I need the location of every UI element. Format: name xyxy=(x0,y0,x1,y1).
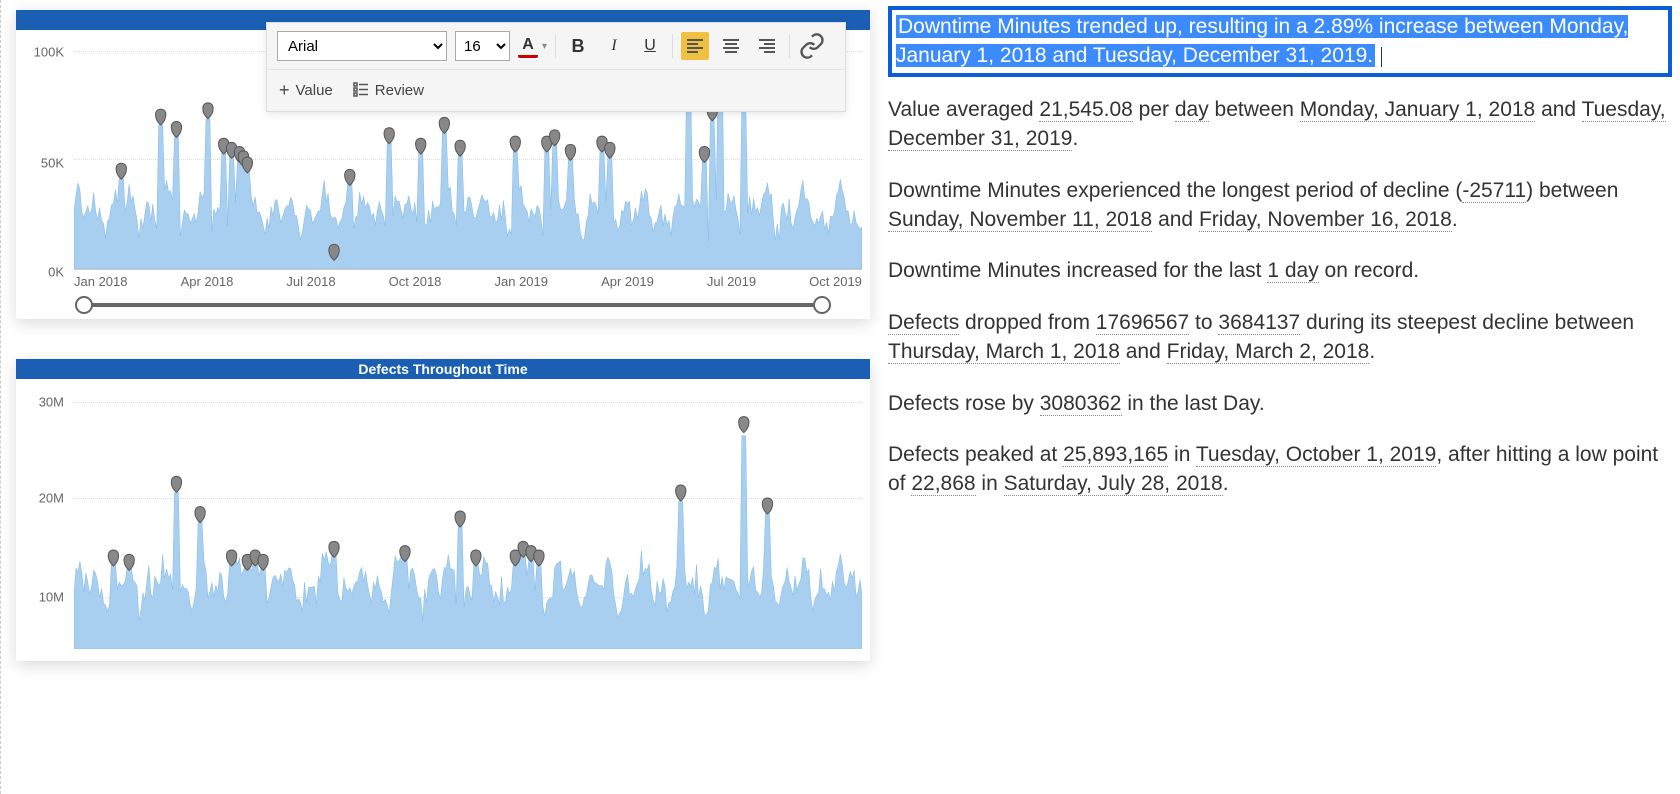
highlighted-insight[interactable]: Downtime Minutes trended up, resulting i… xyxy=(888,6,1672,77)
chevron-down-icon[interactable]: ▾ xyxy=(542,41,547,52)
charts-panel: Arial 16 A ▾ B I U + Value xyxy=(0,0,880,794)
add-value-button[interactable]: + Value xyxy=(279,80,333,101)
italic-button[interactable]: I xyxy=(600,32,628,60)
insights-panel: Downtime Minutes trended up, resulting i… xyxy=(880,0,1680,794)
font-size-select[interactable]: 16 xyxy=(455,31,510,61)
text-format-toolbar: Arial 16 A ▾ B I U + Value xyxy=(266,22,846,112)
slider-handle-start[interactable] xyxy=(75,296,93,314)
chart1-x-axis: Jan 2018Apr 2018 Jul 2018Oct 2018 Jan 20… xyxy=(74,270,862,293)
review-label: Review xyxy=(375,82,424,99)
slider-handle-end[interactable] xyxy=(813,296,831,314)
highlight-text: Downtime Minutes trended up, resulting i… xyxy=(896,15,1628,67)
insight-decline[interactable]: Downtime Minutes experienced the longest… xyxy=(888,176,1672,235)
font-color-button[interactable]: A xyxy=(518,34,538,58)
value-label: Value xyxy=(296,82,333,99)
font-family-select[interactable]: Arial xyxy=(277,31,447,61)
insight-defects-peak[interactable]: Defects peaked at 25,893,165 in Tuesday,… xyxy=(888,440,1672,499)
insight-avg[interactable]: Value averaged 21,545.08 per day between… xyxy=(888,95,1672,154)
chart1-y-axis: 100K 50K 0K xyxy=(24,40,64,277)
plus-icon: + xyxy=(279,80,290,101)
align-left-button[interactable] xyxy=(681,32,709,60)
review-button[interactable]: Review xyxy=(353,81,424,101)
underline-button[interactable]: U xyxy=(636,32,664,60)
insight-increase[interactable]: Downtime Minutes increased for the last … xyxy=(888,256,1672,285)
chart2-y-axis: 30M 20M 10M xyxy=(24,389,64,649)
align-center-button[interactable] xyxy=(717,32,745,60)
insight-defects-rose[interactable]: Defects rose by 3080362 in the last Day. xyxy=(888,389,1672,418)
align-right-button[interactable] xyxy=(753,32,781,60)
text-cursor-icon xyxy=(1381,47,1382,67)
chart2-title: Defects Throughout Time xyxy=(16,359,870,379)
time-range-slider[interactable] xyxy=(84,303,822,307)
bold-button[interactable]: B xyxy=(564,32,592,60)
insight-defects-drop[interactable]: Defects dropped from 17696567 to 3684137… xyxy=(888,308,1672,367)
hyperlink-button[interactable] xyxy=(798,32,826,60)
chart2-plot xyxy=(74,389,862,649)
defects-chart-card[interactable]: Defects Throughout Time 30M 20M 10M xyxy=(16,359,870,661)
list-icon xyxy=(353,81,369,101)
